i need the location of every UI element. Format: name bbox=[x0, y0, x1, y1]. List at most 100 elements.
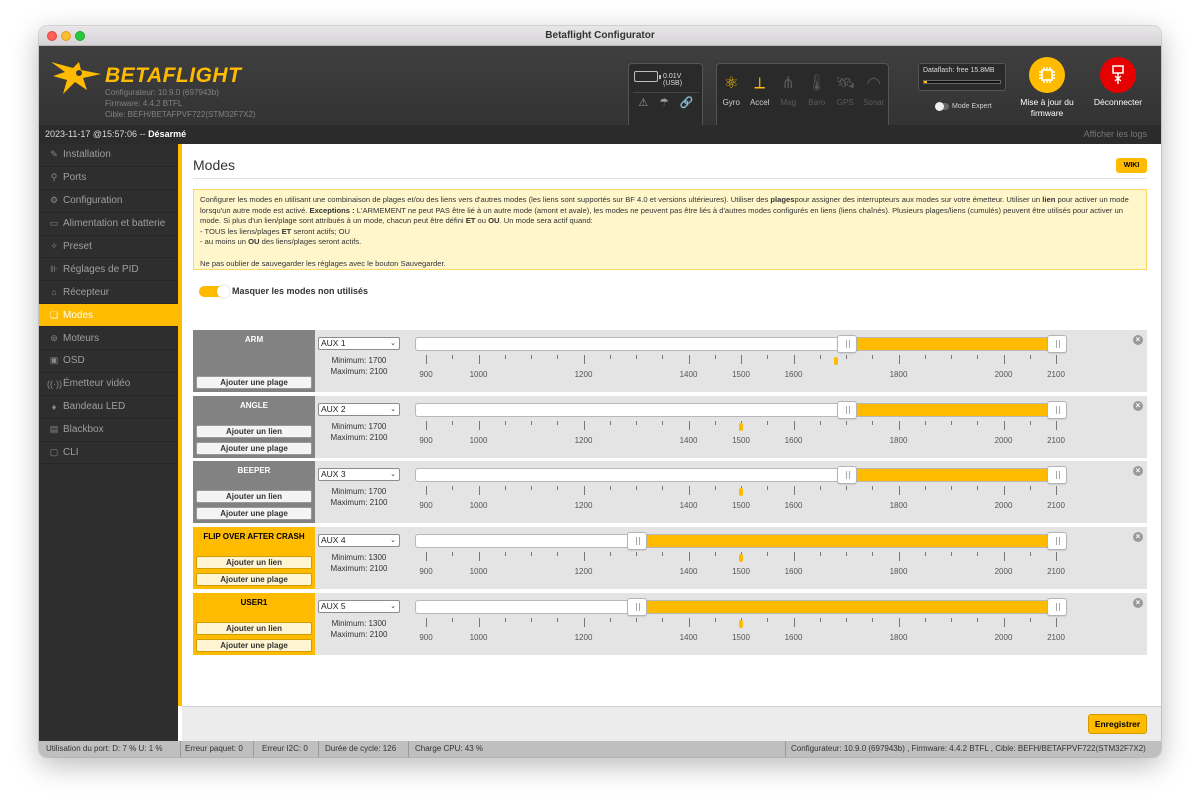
range-min-value: 1300 bbox=[368, 553, 387, 563]
range-max-handle[interactable] bbox=[1047, 597, 1067, 616]
expert-mode-switch[interactable] bbox=[935, 101, 949, 111]
sidebar-item-label: Ports bbox=[63, 172, 87, 184]
scale-tick bbox=[688, 617, 690, 627]
scale-label: 1200 bbox=[574, 370, 593, 379]
scale-label: 1000 bbox=[469, 370, 488, 379]
connection-status-strip: 2023-11-17 @15:57:06 -- Désarmé Afficher… bbox=[39, 125, 1161, 144]
scale-tick bbox=[846, 617, 847, 622]
add-link-button[interactable]: Ajouter un lien bbox=[196, 424, 312, 438]
range-min-handle[interactable] bbox=[627, 597, 647, 616]
scale-label: 1400 bbox=[679, 435, 698, 445]
expert-mode-toggle[interactable]: Mode Expert bbox=[932, 100, 992, 112]
range-fill bbox=[847, 403, 1057, 416]
scale-tick bbox=[977, 420, 979, 425]
sidebar-item--metteur-vid-o[interactable]: ((·)) Émetteur vidéo bbox=[39, 373, 178, 396]
range-min-handle[interactable] bbox=[837, 335, 857, 353]
parachute-icon: ☂ bbox=[659, 97, 670, 109]
range-fill bbox=[847, 469, 1057, 482]
scale-tick bbox=[426, 355, 427, 364]
disconnect-button[interactable]: Déconnecter bbox=[1086, 57, 1150, 108]
hide-unused-modes-toggle[interactable]: Masquer les modes non utilisés bbox=[197, 284, 368, 298]
add-range-button[interactable]: Ajouter une plage bbox=[196, 573, 312, 587]
scale-label: 2100 bbox=[1047, 435, 1065, 445]
sidebar-item-label: Émetteur vidéo bbox=[63, 378, 131, 390]
remove-range-icon[interactable]: × bbox=[1133, 597, 1143, 608]
aux-channel-select[interactable]: AUX 3 ⌄ bbox=[318, 468, 400, 482]
add-range-button[interactable]: Ajouter une plage bbox=[196, 507, 312, 521]
status-bar: Utilisation du port: D: 7 % U: 1 % Erreu… bbox=[39, 741, 1161, 757]
scale-label: 2100 bbox=[1047, 567, 1065, 577]
range-max-handle[interactable] bbox=[1047, 466, 1067, 485]
aux-channel-select[interactable]: AUX 1 ⌄ bbox=[318, 337, 400, 350]
sidebar-item-installation[interactable]: ✎ Installation bbox=[39, 144, 178, 167]
sidebar-item-r-glages-de-pid[interactable]: ⊪ Réglages de PID bbox=[39, 258, 178, 282]
aux-channel-select[interactable]: AUX 2 ⌄ bbox=[318, 402, 400, 416]
scale-tick bbox=[504, 420, 506, 425]
add-range-button[interactable]: Ajouter une plage bbox=[196, 376, 312, 389]
add-link-button[interactable]: Ajouter un lien bbox=[196, 556, 312, 570]
scale-tick bbox=[714, 355, 716, 359]
scale-label: 2000 bbox=[994, 370, 1013, 379]
sidebar-item-alimentation-et-batterie[interactable]: ▭ Alimentation et batterie bbox=[39, 213, 178, 236]
sidebar-item-bandeau-led[interactable]: ♦ Bandeau LED bbox=[39, 396, 178, 419]
scale-tick bbox=[426, 552, 427, 562]
sidebar-item-osd[interactable]: ▣ OSD bbox=[39, 350, 178, 373]
range-slider[interactable] bbox=[415, 597, 1067, 616]
add-range-button[interactable]: Ajouter une plage bbox=[196, 638, 312, 652]
range-slider[interactable] bbox=[415, 466, 1067, 485]
sidebar-item-label: Alimentation et batterie bbox=[63, 218, 166, 230]
range-min-handle[interactable] bbox=[837, 466, 857, 485]
scale-tick bbox=[531, 617, 532, 622]
hide-unused-switch[interactable] bbox=[199, 284, 230, 298]
sidebar-item-label: Réglages de PID bbox=[63, 263, 139, 275]
flash-firmware-button[interactable]: Mise à jour du firmware bbox=[1017, 57, 1077, 119]
scale-label: 1400 bbox=[679, 567, 698, 577]
range-min-handle[interactable] bbox=[627, 532, 647, 551]
sidebar-item-r-cepteur[interactable]: ⌂ Récepteur bbox=[39, 281, 178, 305]
scale-tick bbox=[478, 552, 480, 562]
scale-label: 900 bbox=[419, 501, 433, 511]
range-slider[interactable] bbox=[415, 532, 1067, 551]
sidebar-item-configuration[interactable]: ⚙ Configuration bbox=[39, 190, 178, 213]
help-list-item: - au moins un OU des liens/plages seront… bbox=[200, 237, 362, 247]
wiki-button[interactable]: WIKI bbox=[1116, 158, 1147, 173]
scale-tick bbox=[1003, 355, 1005, 364]
range-slider[interactable] bbox=[415, 335, 1067, 353]
remove-range-icon[interactable]: × bbox=[1133, 400, 1143, 411]
show-logs-link[interactable]: Afficher les logs bbox=[1084, 129, 1147, 139]
remove-range-icon[interactable]: × bbox=[1133, 335, 1143, 345]
sidebar-item-ports[interactable]: ⚲ Ports bbox=[39, 167, 178, 190]
scale-label: 1800 bbox=[889, 501, 908, 511]
scale-tick bbox=[531, 486, 532, 491]
range-min-handle[interactable] bbox=[837, 400, 857, 419]
range-max-handle[interactable] bbox=[1047, 400, 1067, 419]
range-max-value: 2100 bbox=[369, 629, 388, 639]
scale-label: 900 bbox=[419, 370, 433, 379]
scale-tick bbox=[636, 355, 637, 359]
sidebar-item-blackbox[interactable]: ▤ Blackbox bbox=[39, 419, 178, 442]
channel-value-marker bbox=[739, 422, 743, 431]
range-max-handle[interactable] bbox=[1047, 532, 1067, 551]
aux-channel-value: AUX 3 bbox=[321, 469, 346, 480]
remove-range-icon[interactable]: × bbox=[1133, 532, 1143, 543]
scale-tick bbox=[452, 486, 454, 491]
range-slider[interactable] bbox=[415, 400, 1067, 419]
sidebar-item-modes[interactable]: ❏ Modes bbox=[39, 304, 178, 328]
add-range-button[interactable]: Ajouter une plage bbox=[196, 441, 312, 455]
range-values: Minimum: 1300 Maximum: 2100 bbox=[330, 618, 388, 639]
remove-range-icon[interactable]: × bbox=[1133, 466, 1143, 477]
aux-channel-select[interactable]: AUX 5 ⌄ bbox=[318, 599, 400, 613]
mode-row-angle: ANGLE Ajouter un lien Ajouter une plage AUX… bbox=[193, 395, 1147, 458]
range-max-handle[interactable] bbox=[1047, 335, 1067, 353]
aux-channel-select[interactable]: AUX 4 ⌄ bbox=[318, 534, 400, 548]
sidebar-item-cli[interactable]: ▢ CLI bbox=[39, 442, 178, 465]
betaflight-logo-icon bbox=[51, 62, 101, 94]
sidebar-item-moteurs[interactable]: ⊚ Moteurs bbox=[39, 327, 178, 351]
scale-tick bbox=[898, 552, 900, 562]
save-button[interactable]: Enregistrer bbox=[1088, 714, 1147, 734]
gear-icon: ⚙ bbox=[49, 195, 59, 206]
sidebar-item-label: CLI bbox=[63, 447, 79, 459]
add-link-button[interactable]: Ajouter un lien bbox=[196, 490, 312, 504]
sidebar-item-preset[interactable]: ✧ Preset bbox=[39, 236, 178, 259]
add-link-button[interactable]: Ajouter un lien bbox=[196, 621, 312, 635]
